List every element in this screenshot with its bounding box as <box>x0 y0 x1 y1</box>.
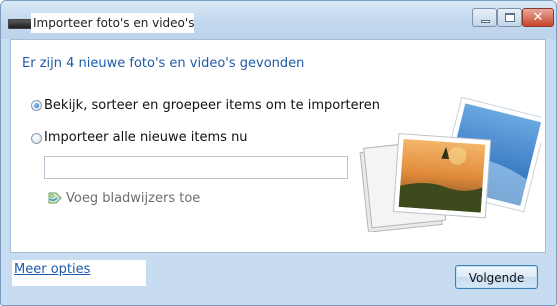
radio-review-items-label[interactable]: Bekijk, sorteer en groepeer items om te … <box>44 98 380 113</box>
camera-icon <box>8 19 32 29</box>
radio-review-items[interactable] <box>31 100 42 111</box>
tag-icon <box>48 192 62 204</box>
minimize-icon <box>481 20 490 23</box>
close-icon: ✕ <box>532 10 544 25</box>
photos-illustration <box>359 97 541 232</box>
close-button[interactable]: ✕ <box>522 8 554 27</box>
add-tags-link[interactable]: Voeg bladwijzers toe <box>66 191 200 206</box>
minimize-button[interactable] <box>472 8 497 27</box>
window-title: Importeer foto's en video's <box>31 13 194 33</box>
radio-import-all[interactable] <box>31 133 42 144</box>
import-dialog-window: Importeer foto's en video's ✕ Er zijn 4 … <box>0 0 557 306</box>
title-bar[interactable]: Importeer foto's en video's ✕ <box>1 1 556 39</box>
radio-import-all-label[interactable]: Importeer alle nieuwe items nu <box>44 130 248 145</box>
dialog-content: Er zijn 4 nieuwe foto's en video's gevon… <box>10 39 546 253</box>
maximize-icon <box>505 13 515 22</box>
tag-input[interactable] <box>44 156 348 179</box>
more-options-link[interactable]: Meer opties <box>12 260 146 286</box>
next-button[interactable]: Volgende <box>455 265 538 289</box>
maximize-button[interactable] <box>497 8 522 27</box>
found-items-heading: Er zijn 4 nieuwe foto's en video's gevon… <box>22 56 305 71</box>
